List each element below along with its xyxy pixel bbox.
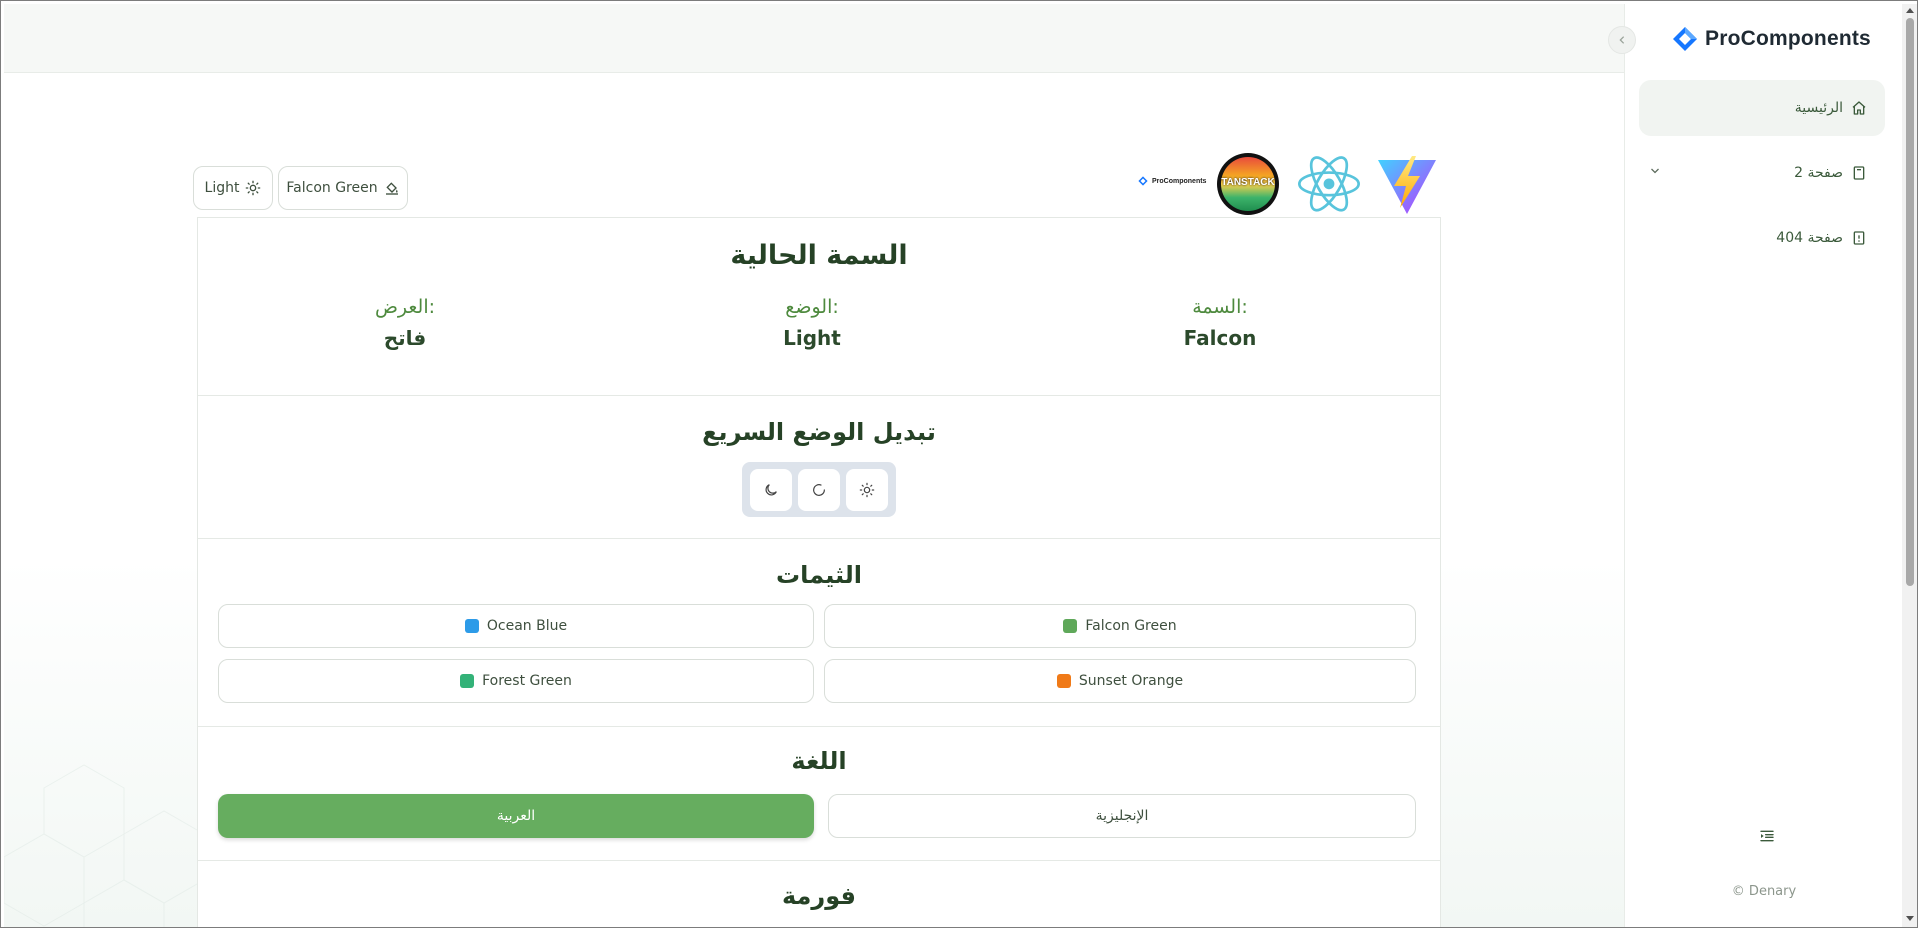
sidebar-item-label: صفحة 404 — [1776, 230, 1843, 246]
forest-green-swatch — [460, 674, 475, 688]
scroll-down-arrow[interactable] — [1906, 916, 1914, 921]
theme-falcon-green-button[interactable]: Falcon Green — [824, 604, 1416, 648]
display-stat-value: فاتح — [383, 326, 427, 350]
procomponents-logo-text: ProComponents — [1152, 177, 1207, 185]
main-content: Light Falcon Green ProComponents TANSTAC… — [4, 4, 1624, 928]
language-arabic-button[interactable]: العربية — [218, 794, 814, 838]
chevron-left-icon — [1619, 36, 1625, 44]
chevron-down-icon — [1649, 165, 1661, 180]
scroll-up-arrow[interactable] — [1906, 8, 1914, 13]
sidebar-item-label: الرئيسية — [1794, 100, 1843, 116]
falcon-green-swatch — [1063, 619, 1078, 633]
language-english-button[interactable]: الإنجليزية — [828, 794, 1416, 838]
system-mode-button[interactable] — [798, 468, 840, 511]
tanstack-logo-text: TANSTACK — [1221, 177, 1275, 188]
theme-stat-label: السمة: — [1192, 296, 1248, 318]
sidebar-item-label: صفحة 2 — [1794, 165, 1843, 181]
quick-mode-title: تبديل الوضع السريع — [702, 418, 936, 446]
language-arabic-label: العربية — [496, 808, 536, 824]
paint-bucket-icon — [385, 182, 398, 195]
sidebar: ProComponents الرئيسية صفحة 2 صفحة 404 ©… — [1624, 4, 1902, 928]
brand-logo-icon — [1673, 27, 1697, 51]
theme-label: Falcon Green — [1085, 618, 1177, 634]
menu-fold-button[interactable] — [1757, 826, 1777, 846]
procomponents-logo: ProComponents — [1138, 176, 1206, 186]
sidebar-item-home[interactable]: الرئيسية — [1639, 80, 1885, 136]
brand[interactable]: ProComponents — [1673, 24, 1871, 54]
file-warning-icon — [1853, 231, 1865, 245]
document-icon — [1853, 166, 1865, 180]
top-header — [4, 4, 1624, 73]
theme-picker-label: Falcon Green — [286, 180, 378, 196]
vite-logo — [1378, 156, 1436, 214]
settings-card: السمة الحالية السمة: Falcon الوضع: Light… — [197, 217, 1441, 928]
procomponents-diamond-icon — [1138, 176, 1148, 186]
scroll-thumb[interactable] — [1906, 18, 1914, 586]
collapse-sidebar-button[interactable] — [1608, 26, 1636, 54]
mode-stat-label: الوضع: — [785, 296, 839, 318]
theme-ocean-blue-button[interactable]: Ocean Blue — [218, 604, 814, 648]
theme-forest-green-button[interactable]: Forest Green — [218, 659, 814, 703]
themes-title: الثيمات — [775, 561, 863, 589]
scrollbar[interactable] — [1902, 4, 1918, 928]
display-stat-label: العرض: — [374, 296, 436, 318]
theme-label: Ocean Blue — [486, 618, 568, 634]
moon-icon — [765, 483, 777, 495]
refresh-icon — [813, 483, 825, 496]
theme-sunset-orange-button[interactable]: Sunset Orange — [824, 659, 1416, 703]
brand-title: ProComponents — [1705, 27, 1871, 50]
ocean-blue-swatch — [464, 619, 479, 633]
theme-picker-button[interactable]: Falcon Green — [278, 166, 408, 210]
sun-icon — [859, 482, 875, 497]
mode-toggle-label: Light — [204, 180, 240, 196]
dark-mode-button[interactable] — [750, 468, 792, 511]
react-logo — [1298, 156, 1360, 212]
copyright: © Denary — [1731, 884, 1797, 899]
light-mode-button[interactable] — [846, 468, 888, 511]
language-english-label: الإنجليزية — [1095, 808, 1149, 824]
theme-stat-value: Falcon — [1183, 326, 1257, 350]
current-theme-section: السمة الحالية السمة: Falcon الوضع: Light… — [198, 218, 1440, 396]
mode-stat-value: Light — [783, 326, 841, 350]
quick-mode-segmented — [742, 462, 896, 517]
home-icon — [1852, 101, 1866, 115]
theme-label: Sunset Orange — [1078, 673, 1184, 689]
theme-label: Forest Green — [482, 673, 572, 689]
tanstack-logo: TANSTACK — [1217, 153, 1279, 215]
current-theme-title: السمة الحالية — [730, 240, 908, 271]
sidebar-item-page2[interactable]: صفحة 2 — [1639, 145, 1885, 201]
language-title: اللغة — [791, 747, 847, 775]
menu-fold-icon — [1760, 830, 1774, 842]
mode-toggle-button[interactable]: Light — [193, 166, 273, 210]
form-title: فورمة — [782, 882, 856, 910]
sidebar-item-404[interactable]: صفحة 404 — [1639, 210, 1885, 266]
sunset-orange-swatch — [1056, 674, 1071, 688]
sun-icon — [246, 180, 261, 196]
